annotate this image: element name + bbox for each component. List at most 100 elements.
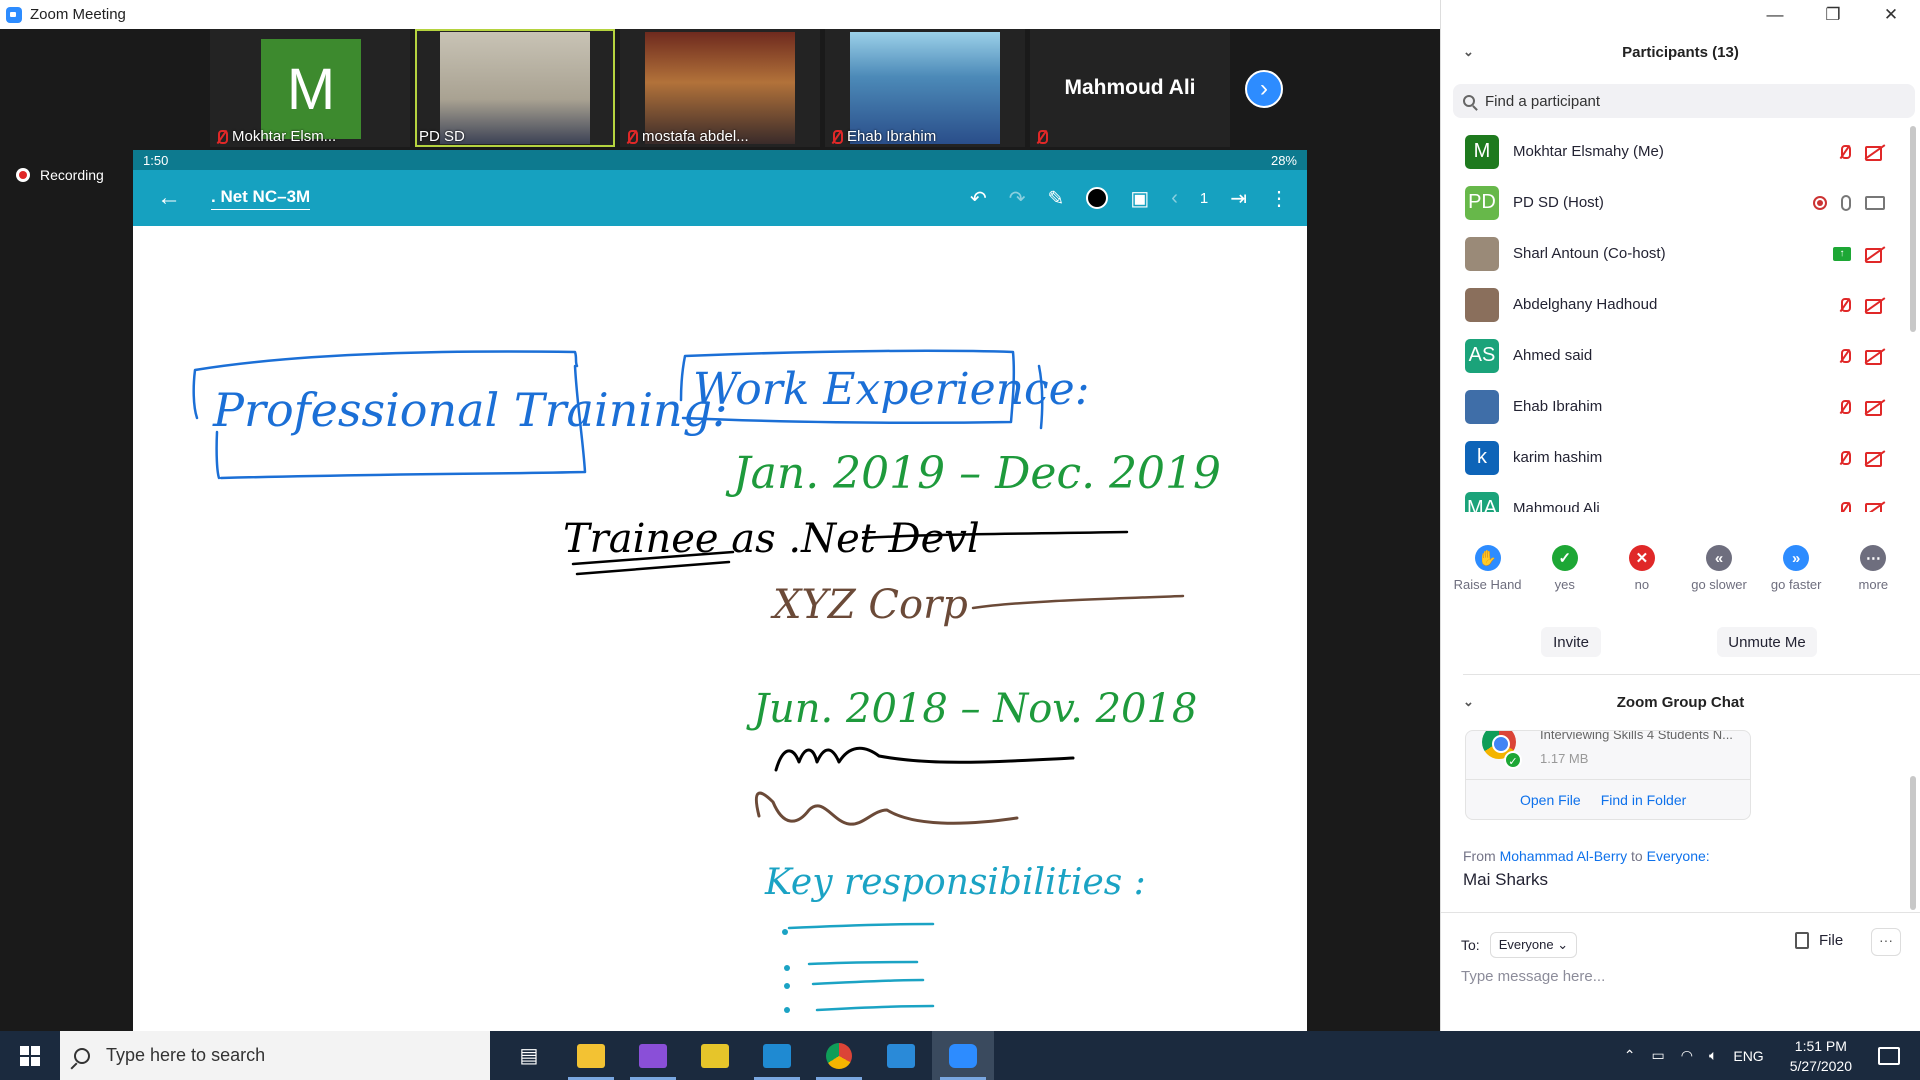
file-name: Interviewing Skills 4 Students N... bbox=[1540, 730, 1733, 742]
reaction-yes-button[interactable]: ✓ yes bbox=[1529, 545, 1601, 592]
overflow-menu-icon[interactable]: ⋮ bbox=[1269, 186, 1289, 211]
reaction-raise-hand-button[interactable]: ✋ Raise Hand bbox=[1452, 545, 1524, 592]
reaction-go-slower-button[interactable]: « go slower bbox=[1683, 545, 1755, 592]
participant-name: Ehab Ibrahim bbox=[847, 128, 937, 145]
camera-off-icon[interactable] bbox=[1865, 145, 1885, 161]
recipient-name[interactable]: Everyone: bbox=[1647, 848, 1710, 864]
undo-icon[interactable]: ↶ bbox=[970, 186, 987, 211]
vscode-icon bbox=[763, 1043, 791, 1068]
participant-tile[interactable]: mostafa abdel... bbox=[620, 29, 820, 147]
wifi-icon[interactable]: ◠ bbox=[1681, 1047, 1693, 1064]
folder-icon bbox=[577, 1043, 605, 1068]
participant-tile[interactable]: Mahmoud Ali bbox=[1030, 29, 1230, 147]
notifications-icon[interactable] bbox=[1878, 1046, 1900, 1065]
pen-color-swatch[interactable] bbox=[1086, 187, 1109, 209]
participant-row[interactable]: MA Mahmoud Ali bbox=[1441, 483, 1907, 512]
participant-row[interactable]: Abdelghany Hadhoud bbox=[1441, 279, 1907, 330]
reaction-no-button[interactable]: ✕ no bbox=[1606, 545, 1678, 592]
invite-button[interactable]: Invite bbox=[1541, 627, 1601, 657]
participant-row[interactable]: Ehab Ibrahim bbox=[1441, 381, 1907, 432]
task-view-button[interactable]: ▤ bbox=[498, 1031, 560, 1080]
battery-icon[interactable]: ▭ bbox=[1652, 1047, 1665, 1064]
minimize-icon[interactable]: — bbox=[1746, 5, 1804, 25]
reaction-icon: » bbox=[1783, 545, 1810, 571]
clock[interactable]: 1:51 PM 5/27/2020 bbox=[1790, 1036, 1852, 1076]
language-indicator[interactable]: ENG bbox=[1733, 1048, 1763, 1064]
prev-page-icon[interactable]: ‹ bbox=[1171, 187, 1178, 210]
participant-name: Abdelghany Hadhoud bbox=[1513, 296, 1658, 313]
participant-row[interactable]: k karim hashim bbox=[1441, 432, 1907, 483]
mic-muted-icon[interactable] bbox=[1837, 501, 1851, 512]
participant-tile-active-speaker[interactable]: PD SD bbox=[415, 29, 615, 147]
participant-row[interactable]: Sharl Antoun (Co-host) ↑ bbox=[1441, 228, 1907, 279]
chevron-up-icon[interactable]: ⌃ bbox=[1624, 1047, 1636, 1064]
participant-scrollbar[interactable] bbox=[1910, 126, 1916, 332]
add-page-icon[interactable]: ⇥ bbox=[1230, 186, 1247, 211]
hw-period-1: Jan. 2019 – Dec. 2019 bbox=[725, 448, 1221, 499]
unmute-me-button[interactable]: Unmute Me bbox=[1717, 627, 1817, 657]
file-explorer-button[interactable] bbox=[560, 1031, 622, 1080]
mail-button[interactable] bbox=[870, 1031, 932, 1080]
recording-indicator[interactable]: Recording bbox=[16, 167, 104, 183]
chrome-button[interactable] bbox=[808, 1031, 870, 1080]
volume-icon[interactable]: 🔈︎ bbox=[1709, 1047, 1717, 1064]
collapse-chevron-icon[interactable]: ⌄ bbox=[1463, 44, 1474, 60]
pen-icon[interactable]: ✎ bbox=[1048, 186, 1065, 211]
reaction-more-button[interactable]: ⋯ more bbox=[1837, 545, 1909, 592]
collapse-chevron-icon[interactable]: ⌄ bbox=[1463, 694, 1474, 710]
search-placeholder: Find a participant bbox=[1485, 92, 1601, 110]
visual-studio-button[interactable] bbox=[622, 1031, 684, 1080]
close-icon[interactable]: ✕ bbox=[1862, 5, 1920, 25]
mic-icon[interactable] bbox=[1841, 194, 1851, 211]
back-arrow-icon[interactable]: ← bbox=[157, 184, 181, 212]
reaction-icon: ⋯ bbox=[1860, 545, 1887, 571]
camera-off-icon[interactable] bbox=[1865, 502, 1885, 512]
image-icon[interactable]: ▣ bbox=[1130, 186, 1149, 211]
redo-icon[interactable]: ↷ bbox=[1009, 186, 1026, 211]
participant-name: karim hashim bbox=[1513, 449, 1603, 466]
mic-muted-icon[interactable] bbox=[1837, 399, 1851, 415]
chat-more-button[interactable]: ··· bbox=[1871, 928, 1901, 956]
notes-toolbar: ↶ ↷ ✎ ▣ ‹ 1 ⇥ ⋮ bbox=[970, 170, 1289, 226]
chat-scrollbar[interactable] bbox=[1910, 776, 1916, 910]
participant-tile[interactable]: Ehab Ibrahim bbox=[825, 29, 1025, 147]
participant-name: Ahmed said bbox=[1513, 347, 1593, 364]
mic-muted-icon[interactable] bbox=[1837, 348, 1851, 364]
participant-tile[interactable]: M Mokhtar Elsm... bbox=[210, 29, 410, 147]
start-button[interactable] bbox=[0, 1031, 60, 1080]
chat-message-input[interactable]: Type message here... bbox=[1461, 968, 1605, 985]
camera-off-icon[interactable] bbox=[1865, 247, 1885, 263]
participant-row[interactable]: AS Ahmed said bbox=[1441, 330, 1907, 381]
camera-off-icon[interactable] bbox=[1865, 298, 1885, 314]
taskbar-search-box[interactable]: Type here to search bbox=[60, 1031, 490, 1080]
camera-off-icon[interactable] bbox=[1865, 451, 1885, 467]
reaction-go-faster-button[interactable]: » go faster bbox=[1760, 545, 1832, 592]
mic-muted-icon[interactable] bbox=[1837, 297, 1851, 313]
participant-row[interactable]: PD PD SD (Host) bbox=[1441, 177, 1907, 228]
file-button[interactable]: File bbox=[1795, 932, 1843, 949]
find-in-folder-link[interactable]: Find in Folder bbox=[1601, 792, 1687, 808]
recipient-select[interactable]: Everyone ⌄ bbox=[1489, 932, 1578, 958]
zoom-button[interactable] bbox=[932, 1031, 994, 1080]
restore-icon[interactable]: ❐ bbox=[1804, 5, 1862, 25]
open-file-link[interactable]: Open File bbox=[1520, 792, 1581, 808]
search-icon bbox=[1463, 95, 1475, 107]
next-page-button[interactable]: › bbox=[1245, 70, 1283, 108]
camera-off-icon[interactable] bbox=[1865, 400, 1885, 416]
reactions-bar: ✋ Raise Hand ✓ yes ✕ no « go slower » go faster ⋯ m… bbox=[1441, 545, 1920, 592]
mic-muted-icon[interactable] bbox=[1837, 144, 1851, 160]
sender-name[interactable]: Mohammad Al-Berry bbox=[1500, 848, 1628, 864]
avatar: M bbox=[261, 39, 361, 139]
windows-taskbar: Type here to search ▤ ⌃ ▭ ◠ 🔈︎ ENG 1:51 … bbox=[0, 1031, 1920, 1080]
document-title[interactable]: . Net NC–3M bbox=[211, 187, 311, 210]
participant-row[interactable]: M Mokhtar Elsmahy (Me) bbox=[1441, 126, 1907, 177]
camera-off-icon[interactable] bbox=[1865, 349, 1885, 365]
vscode-button[interactable] bbox=[746, 1031, 808, 1080]
page-number: 1 bbox=[1199, 189, 1209, 207]
app-button[interactable] bbox=[684, 1031, 746, 1080]
app-icon bbox=[701, 1043, 729, 1068]
handwriting-canvas[interactable]: Professional Training: Work Experience: … bbox=[133, 226, 1307, 1060]
camera-icon[interactable] bbox=[1865, 195, 1885, 210]
mic-muted-icon[interactable] bbox=[1837, 450, 1851, 466]
participant-search-input[interactable]: Find a participant bbox=[1453, 84, 1915, 118]
